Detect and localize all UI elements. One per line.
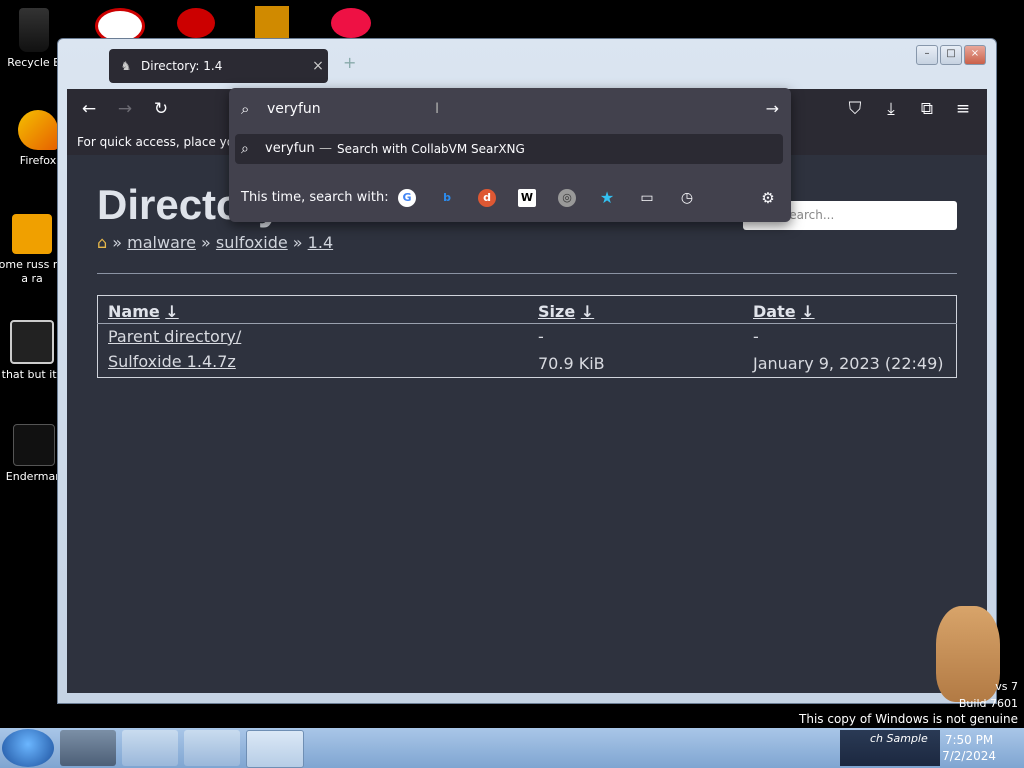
start-button[interactable] <box>2 729 54 767</box>
tab-title: Directory: 1.4 <box>141 59 223 73</box>
pocket-icon[interactable]: ⛉ <box>841 97 869 121</box>
tray-area: ch Sample <box>840 730 940 766</box>
column-date[interactable]: Date ↓ <box>743 295 957 324</box>
column-name-label: Name <box>108 302 160 321</box>
terminal-icon <box>13 424 55 466</box>
recycle-bin-icon <box>19 8 49 52</box>
column-size-label: Size <box>538 302 576 321</box>
taskbar: ch Sample 7:50 PM 7/2/2024 <box>0 728 1024 768</box>
divider <box>97 273 957 274</box>
app-icon[interactable] <box>177 8 215 38</box>
not-genuine-notice: This copy of Windows is not genuine <box>799 712 1018 726</box>
close-window-button[interactable]: × <box>964 45 986 65</box>
sort-arrow-icon: ↓ <box>165 302 179 321</box>
breadcrumb-sulfoxide[interactable]: sulfoxide <box>216 233 288 252</box>
this-time-label: This time, search with: <box>241 190 389 205</box>
file-size: - <box>538 327 544 346</box>
column-date-label: Date <box>753 302 796 321</box>
forward-icon[interactable]: → <box>111 97 139 121</box>
app-icon[interactable] <box>255 6 289 38</box>
file-size: 70.9 KiB <box>538 353 605 373</box>
breadcrumb: ⌂ » malware » sulfoxide » 1.4 <box>97 233 333 252</box>
new-tab-icon[interactable]: + <box>343 53 356 72</box>
page-content: Directory: 1.4 search... ⌂ » malware » s… <box>67 155 987 693</box>
windows-icon <box>10 320 54 364</box>
file-date: January 9, 2023 (22:49) <box>753 353 944 373</box>
tabs-icon[interactable]: ▭ <box>638 189 656 207</box>
maximize-button[interactable]: □ <box>940 45 962 65</box>
address-bar-input[interactable]: ⌕ veryfun I → <box>239 94 783 124</box>
suggestion-query: veryfun <box>265 141 315 156</box>
breadcrumb-malware[interactable]: malware <box>127 233 196 252</box>
tray-text: ch Sample <box>870 732 928 745</box>
reload-icon[interactable]: ↻ <box>147 97 175 121</box>
address-bar-text: veryfun <box>267 101 321 117</box>
urlbar-dropdown: ⌕ veryfun I → ⌕ veryfun — Search with Co… <box>229 88 791 222</box>
column-name[interactable]: Name ↓ <box>97 295 528 324</box>
clock-time: 7:50 PM <box>944 733 994 747</box>
file-table: Name ↓ Size ↓ Date ↓ Parent directory/ -… <box>97 295 957 378</box>
page-favicon-icon: ♞ <box>120 59 132 73</box>
breadcrumb-separator: » <box>292 233 303 252</box>
taskbar-app-globe[interactable] <box>184 730 240 766</box>
breadcrumb-separator: » <box>201 233 211 252</box>
minimize-button[interactable]: – <box>916 45 938 65</box>
column-size[interactable]: Size ↓ <box>528 295 743 324</box>
suggestion-separator: — <box>319 141 332 156</box>
taskbar-app-media-player[interactable] <box>122 730 178 766</box>
tab-close-icon[interactable]: × <box>308 58 328 74</box>
clock-date: 7/2/2024 <box>942 749 996 763</box>
hamster-sticker <box>936 606 1000 702</box>
search-suggestion[interactable]: ⌕ veryfun — Search with CollabVM SearXNG <box>235 134 783 164</box>
suggestion-action: Search with CollabVM SearXNG <box>337 142 525 156</box>
sort-arrow-icon: ↓ <box>801 302 815 321</box>
firefox-icon <box>18 110 58 150</box>
table-row: Parent directory/ - - <box>98 324 957 350</box>
text-cursor-icon: I <box>435 101 440 117</box>
search-icon: ⌕ <box>241 141 249 157</box>
history-icon[interactable]: ◷ <box>678 189 696 207</box>
sort-arrow-icon: ↓ <box>580 302 595 321</box>
home-icon[interactable]: ⌂ <box>97 233 107 252</box>
app-icon <box>12 214 52 254</box>
file-date: - <box>753 327 759 346</box>
breadcrumb-separator: » <box>112 233 123 252</box>
menu-icon[interactable]: ≡ <box>949 97 977 121</box>
tab-directory[interactable]: ♞ Directory: 1.4 × <box>109 49 328 83</box>
windows-version-text: vs 7 <box>995 680 1018 693</box>
taskbar-app-explorer[interactable] <box>60 730 116 766</box>
breadcrumb-1-4[interactable]: 1.4 <box>308 233 333 252</box>
bookmarks-star-icon[interactable]: ★ <box>598 189 616 207</box>
extensions-icon[interactable]: ⧉ <box>913 97 941 121</box>
taskbar-app-firefox[interactable] <box>246 730 304 768</box>
windows-build-text: Build 7601 <box>958 697 1018 710</box>
go-arrow-icon[interactable]: → <box>766 94 779 124</box>
top-icons-strip <box>95 6 375 44</box>
searxng-icon[interactable]: ◎ <box>558 189 576 207</box>
search-settings-gear-icon[interactable]: ⚙ <box>759 189 777 207</box>
file-link[interactable]: Sulfoxide 1.4.7z <box>108 352 236 371</box>
duckduckgo-icon[interactable]: d <box>478 189 496 207</box>
bing-icon[interactable]: b <box>438 189 456 207</box>
back-icon[interactable]: ← <box>75 97 103 121</box>
one-off-search-engines: This time, search with: G b d W ◎ ★ ▭ ◷ … <box>241 186 779 210</box>
app-icon[interactable] <box>331 8 371 38</box>
taskbar-clock[interactable]: 7:50 PM 7/2/2024 <box>942 732 996 764</box>
search-icon: ⌕ <box>241 100 250 118</box>
google-icon[interactable]: G <box>398 189 416 207</box>
table-row: Sulfoxide 1.4.7z 70.9 KiB January 9, 202… <box>98 349 957 378</box>
downloads-icon[interactable]: ⤓ <box>877 97 905 121</box>
caption-buttons: – □ × <box>916 45 986 65</box>
wikipedia-icon[interactable]: W <box>518 189 536 207</box>
firefox-window: ♞ Directory: 1.4 × + – □ × ← → ↻ ⛉ ⤓ ⧉ ≡… <box>57 38 997 704</box>
file-link[interactable]: Parent directory/ <box>108 327 241 346</box>
